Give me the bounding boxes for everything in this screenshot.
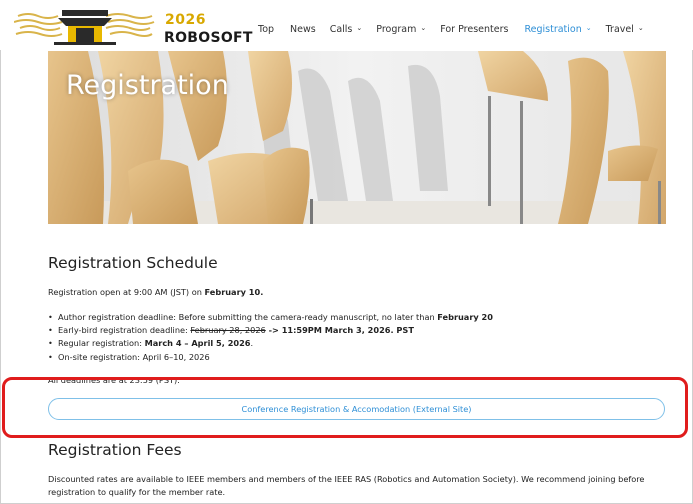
registration-open-text: Registration open at 9:00 AM (JST) on Fe…: [48, 286, 668, 299]
onsite-registration-text: On-site registration: April 6–10, 2026: [58, 351, 210, 362]
fees-heading: Registration Fees: [48, 441, 182, 459]
main-navigation: Top News Calls ⌄ Program ⌄ For Presenter…: [258, 22, 644, 36]
hero-banner: Registration: [48, 51, 666, 224]
nav-top[interactable]: Top: [258, 22, 274, 36]
chevron-down-icon: ⌄: [420, 24, 427, 32]
list-item: • Regular registration: March 4 – April …: [48, 338, 254, 349]
page-title: Registration: [66, 70, 229, 101]
nav-program[interactable]: Program ⌄: [376, 22, 426, 36]
list-item: • Author registration deadline: Before s…: [48, 312, 493, 322]
fees-text-line-1: Discounted rates are available to IEEE m…: [48, 474, 645, 484]
chevron-down-icon: ⌄: [356, 24, 363, 32]
nav-travel-label: Travel: [605, 23, 634, 35]
list-item: • Early-bird registration deadline: Febr…: [48, 325, 414, 336]
fees-text-line-2: registration to qualify for the member r…: [48, 487, 226, 497]
list-item: • On-site registration: April 6–10, 2026: [48, 351, 493, 364]
nav-registration[interactable]: Registration ⌄: [524, 22, 591, 36]
logo-name: ROBOSOFT: [164, 30, 253, 46]
nav-top-label: Top: [258, 23, 275, 35]
regular-registration-text: Regular registration:: [58, 338, 145, 349]
nav-calls-label: Calls: [329, 23, 353, 35]
early-bird-old-date: February 28, 2026: [190, 325, 266, 336]
conference-logo[interactable]: 2026 ROBOSOFT: [13, 6, 252, 46]
nav-for-presenters-label: For Presenters: [440, 23, 509, 35]
nav-program-label: Program: [376, 23, 417, 35]
nav-news-label: News: [290, 23, 316, 35]
nav-registration-label: Registration: [524, 23, 582, 35]
author-deadline-date: February 20: [437, 312, 493, 322]
nav-calls[interactable]: Calls ⌄: [330, 22, 363, 36]
early-bird-new-date: -> 11:59PM March 3, 2026. PST: [265, 325, 414, 336]
chevron-down-icon: ⌄: [637, 24, 644, 32]
schedule-heading: Registration Schedule: [48, 254, 218, 272]
chevron-down-icon: ⌄: [585, 24, 592, 32]
logo-year: 2026: [165, 12, 206, 28]
schedule-list: • Author registration deadline: Before s…: [48, 311, 493, 364]
fees-description: Discounted rates are available to IEEE m…: [48, 473, 668, 499]
author-deadline-text: Author registration deadline: Before sub…: [58, 312, 438, 322]
open-prefix: Registration open at 9:00 AM (JST) on: [48, 287, 205, 297]
nav-news[interactable]: News: [290, 22, 316, 36]
nav-for-presenters[interactable]: For Presenters: [440, 22, 508, 36]
regular-suffix: .: [250, 338, 254, 349]
regular-registration-dates: March 4 – April 5, 2026: [144, 338, 251, 349]
open-date: February 10.: [204, 287, 264, 297]
site-header: 2026 ROBOSOFT Top News Calls ⌄ Program ⌄…: [0, 0, 693, 50]
highlight-box: [2, 377, 688, 438]
nav-travel[interactable]: Travel ⌄: [606, 22, 644, 36]
early-bird-text: Early-bird registration deadline:: [58, 325, 191, 336]
